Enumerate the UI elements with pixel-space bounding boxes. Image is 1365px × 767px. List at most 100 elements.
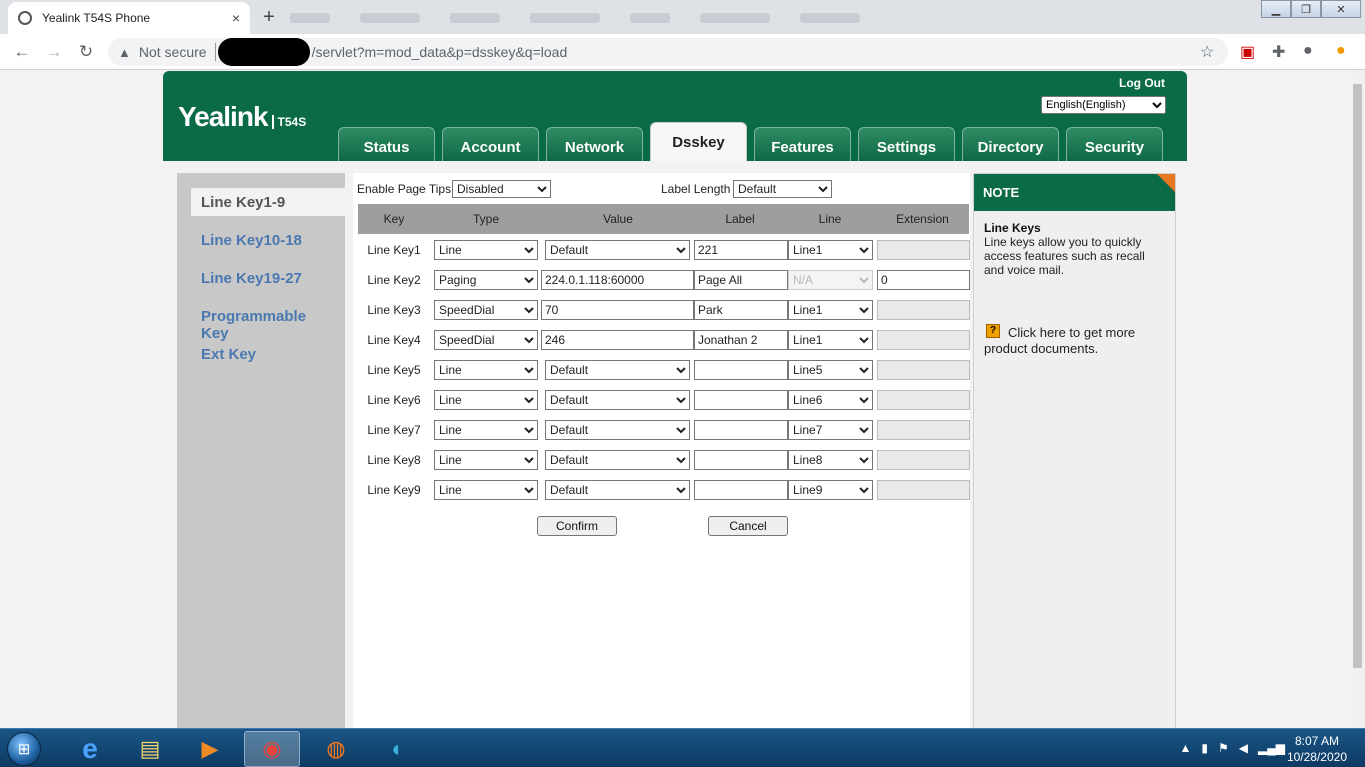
url-divider [214, 43, 216, 61]
tab-close-button[interactable]: × [232, 10, 240, 26]
value-input[interactable] [541, 330, 694, 350]
browser-tab-strip: Yealink T54S Phone × + ▁ ❐ ✕ [0, 0, 1365, 34]
tab-network[interactable]: Network [546, 127, 643, 161]
clock[interactable]: 8:07 AM 10/28/2020 [1287, 733, 1347, 765]
volume-icon[interactable]: ◀ [1239, 741, 1248, 755]
col-extension: Extension [896, 212, 949, 226]
tray-expand-icon[interactable]: ▲ [1179, 741, 1191, 755]
label-input[interactable] [694, 480, 788, 500]
label-input[interactable] [694, 390, 788, 410]
firefox-icon[interactable]: ◍ [308, 731, 364, 767]
row-key-label: Line Key1 [367, 243, 421, 257]
sidebar-item-line-key-19-27[interactable]: Line Key19-27 [191, 264, 345, 292]
page-scrollbar[interactable] [1350, 70, 1365, 728]
cancel-button[interactable]: Cancel [708, 516, 788, 536]
label-length-select[interactable]: Default [733, 180, 832, 198]
extension-input[interactable] [877, 270, 970, 290]
value-select[interactable]: Default [545, 420, 690, 440]
close-window-button[interactable]: ✕ [1321, 0, 1361, 18]
bookmark-star-icon[interactable]: ☆ [1200, 42, 1214, 62]
language-select[interactable]: English(English) [1041, 96, 1166, 114]
new-tab-button[interactable]: + [256, 5, 282, 29]
sidebar-item-line-key-1-9[interactable]: Line Key1-9 [191, 188, 345, 216]
back-arrow-icon[interactable]: ← [12, 42, 32, 62]
profile-avatar-icon[interactable]: ● [1303, 42, 1313, 60]
page-tips-label: Enable Page Tips [357, 182, 452, 196]
line-select[interactable]: Line5 [788, 360, 873, 380]
help-icon[interactable]: ? [986, 324, 1000, 338]
pdf-extension-icon[interactable]: ▣ [1240, 42, 1255, 62]
line-select[interactable]: Line6 [788, 390, 873, 410]
internet-explorer-icon[interactable]: e [62, 731, 118, 767]
row-key-label: Line Key6 [367, 393, 421, 407]
value-input[interactable] [541, 270, 694, 290]
action-center-icon[interactable]: ⚑ [1218, 741, 1229, 755]
yealink-header: Yealink T54S Log Out English(English) Sta… [163, 71, 1187, 161]
label-input[interactable] [694, 300, 788, 320]
type-select[interactable]: SpeedDial [434, 330, 538, 350]
label-input[interactable] [694, 270, 788, 290]
edge-icon[interactable]: ◐ [370, 731, 426, 767]
tab-account[interactable]: Account [442, 127, 539, 161]
scrollbar-thumb[interactable] [1353, 84, 1362, 668]
label-input[interactable] [694, 420, 788, 440]
tab-features[interactable]: Features [754, 127, 851, 161]
value-select[interactable]: Default [545, 450, 690, 470]
label-input[interactable] [694, 240, 788, 260]
type-select[interactable]: Line [434, 480, 538, 500]
battery-icon[interactable]: ▮ [1201, 741, 1208, 755]
address-bar[interactable]: ▲ Not secure /servlet?m=mod_data&p=dsske… [108, 38, 1228, 66]
logout-link[interactable]: Log Out [1119, 76, 1165, 90]
extensions-puzzle-icon[interactable]: ✚ [1272, 42, 1285, 62]
type-select[interactable]: Line [434, 360, 538, 380]
type-select[interactable]: Line [434, 420, 538, 440]
line-select[interactable]: Line9 [788, 480, 873, 500]
value-select[interactable]: Default [545, 240, 690, 260]
tab-security[interactable]: Security [1066, 127, 1163, 161]
label-input[interactable] [694, 330, 788, 350]
network-signal-icon[interactable]: ▂▄▆ [1258, 741, 1285, 755]
tab-status[interactable]: Status [338, 127, 435, 161]
tab-directory[interactable]: Directory [962, 127, 1059, 161]
value-input[interactable] [541, 300, 694, 320]
col-label: Label [725, 212, 755, 226]
type-select[interactable]: Paging [434, 270, 538, 290]
sidebar-item-ext-key[interactable]: Ext Key [191, 340, 345, 368]
type-select[interactable]: Line [434, 450, 538, 470]
line-select[interactable]: Line1 [788, 300, 873, 320]
update-icon[interactable]: ● [1336, 42, 1346, 60]
media-player-icon[interactable]: ▶ [182, 731, 238, 767]
line-select[interactable]: Line7 [788, 420, 873, 440]
line-select[interactable]: Line1 [788, 330, 873, 350]
documents-link[interactable]: Click here to get more product documents… [984, 325, 1169, 357]
file-explorer-icon[interactable]: ▤ [122, 731, 178, 767]
sidebar-item-line-key-10-18[interactable]: Line Key10-18 [191, 226, 345, 254]
value-select[interactable]: Default [545, 390, 690, 410]
maximize-button[interactable]: ❐ [1291, 0, 1321, 18]
background-tabs[interactable] [290, 8, 1190, 28]
confirm-button[interactable]: Confirm [537, 516, 617, 536]
type-select[interactable]: Line [434, 240, 538, 260]
tab-settings[interactable]: Settings [858, 127, 955, 161]
line-select[interactable]: Line1 [788, 240, 873, 260]
forward-arrow-icon[interactable]: → [44, 42, 64, 62]
minimize-button[interactable]: ▁ [1261, 0, 1291, 18]
chrome-icon[interactable]: ◉ [244, 731, 300, 767]
line-select[interactable]: Line8 [788, 450, 873, 470]
start-button[interactable]: ⊞ [4, 731, 44, 767]
reload-icon[interactable]: ↻ [76, 42, 96, 62]
label-input[interactable] [694, 450, 788, 470]
note-heading: NOTE [974, 174, 1175, 211]
security-status[interactable]: Not secure [139, 44, 207, 60]
url-path[interactable]: /servlet?m=mod_data&p=dsskey&q=load [312, 44, 568, 60]
browser-tab-active[interactable]: Yealink T54S Phone × [8, 2, 250, 34]
value-select[interactable]: Default [545, 480, 690, 500]
tab-dsskey[interactable]: Dsskey [650, 122, 747, 161]
value-select[interactable]: Default [545, 360, 690, 380]
sidebar-item-programmable-key[interactable]: Programmable Key [191, 302, 345, 342]
row-key-label: Line Key8 [367, 453, 421, 467]
type-select[interactable]: Line [434, 390, 538, 410]
page-tips-select[interactable]: Disabled [452, 180, 551, 198]
label-input[interactable] [694, 360, 788, 380]
type-select[interactable]: SpeedDial [434, 300, 538, 320]
